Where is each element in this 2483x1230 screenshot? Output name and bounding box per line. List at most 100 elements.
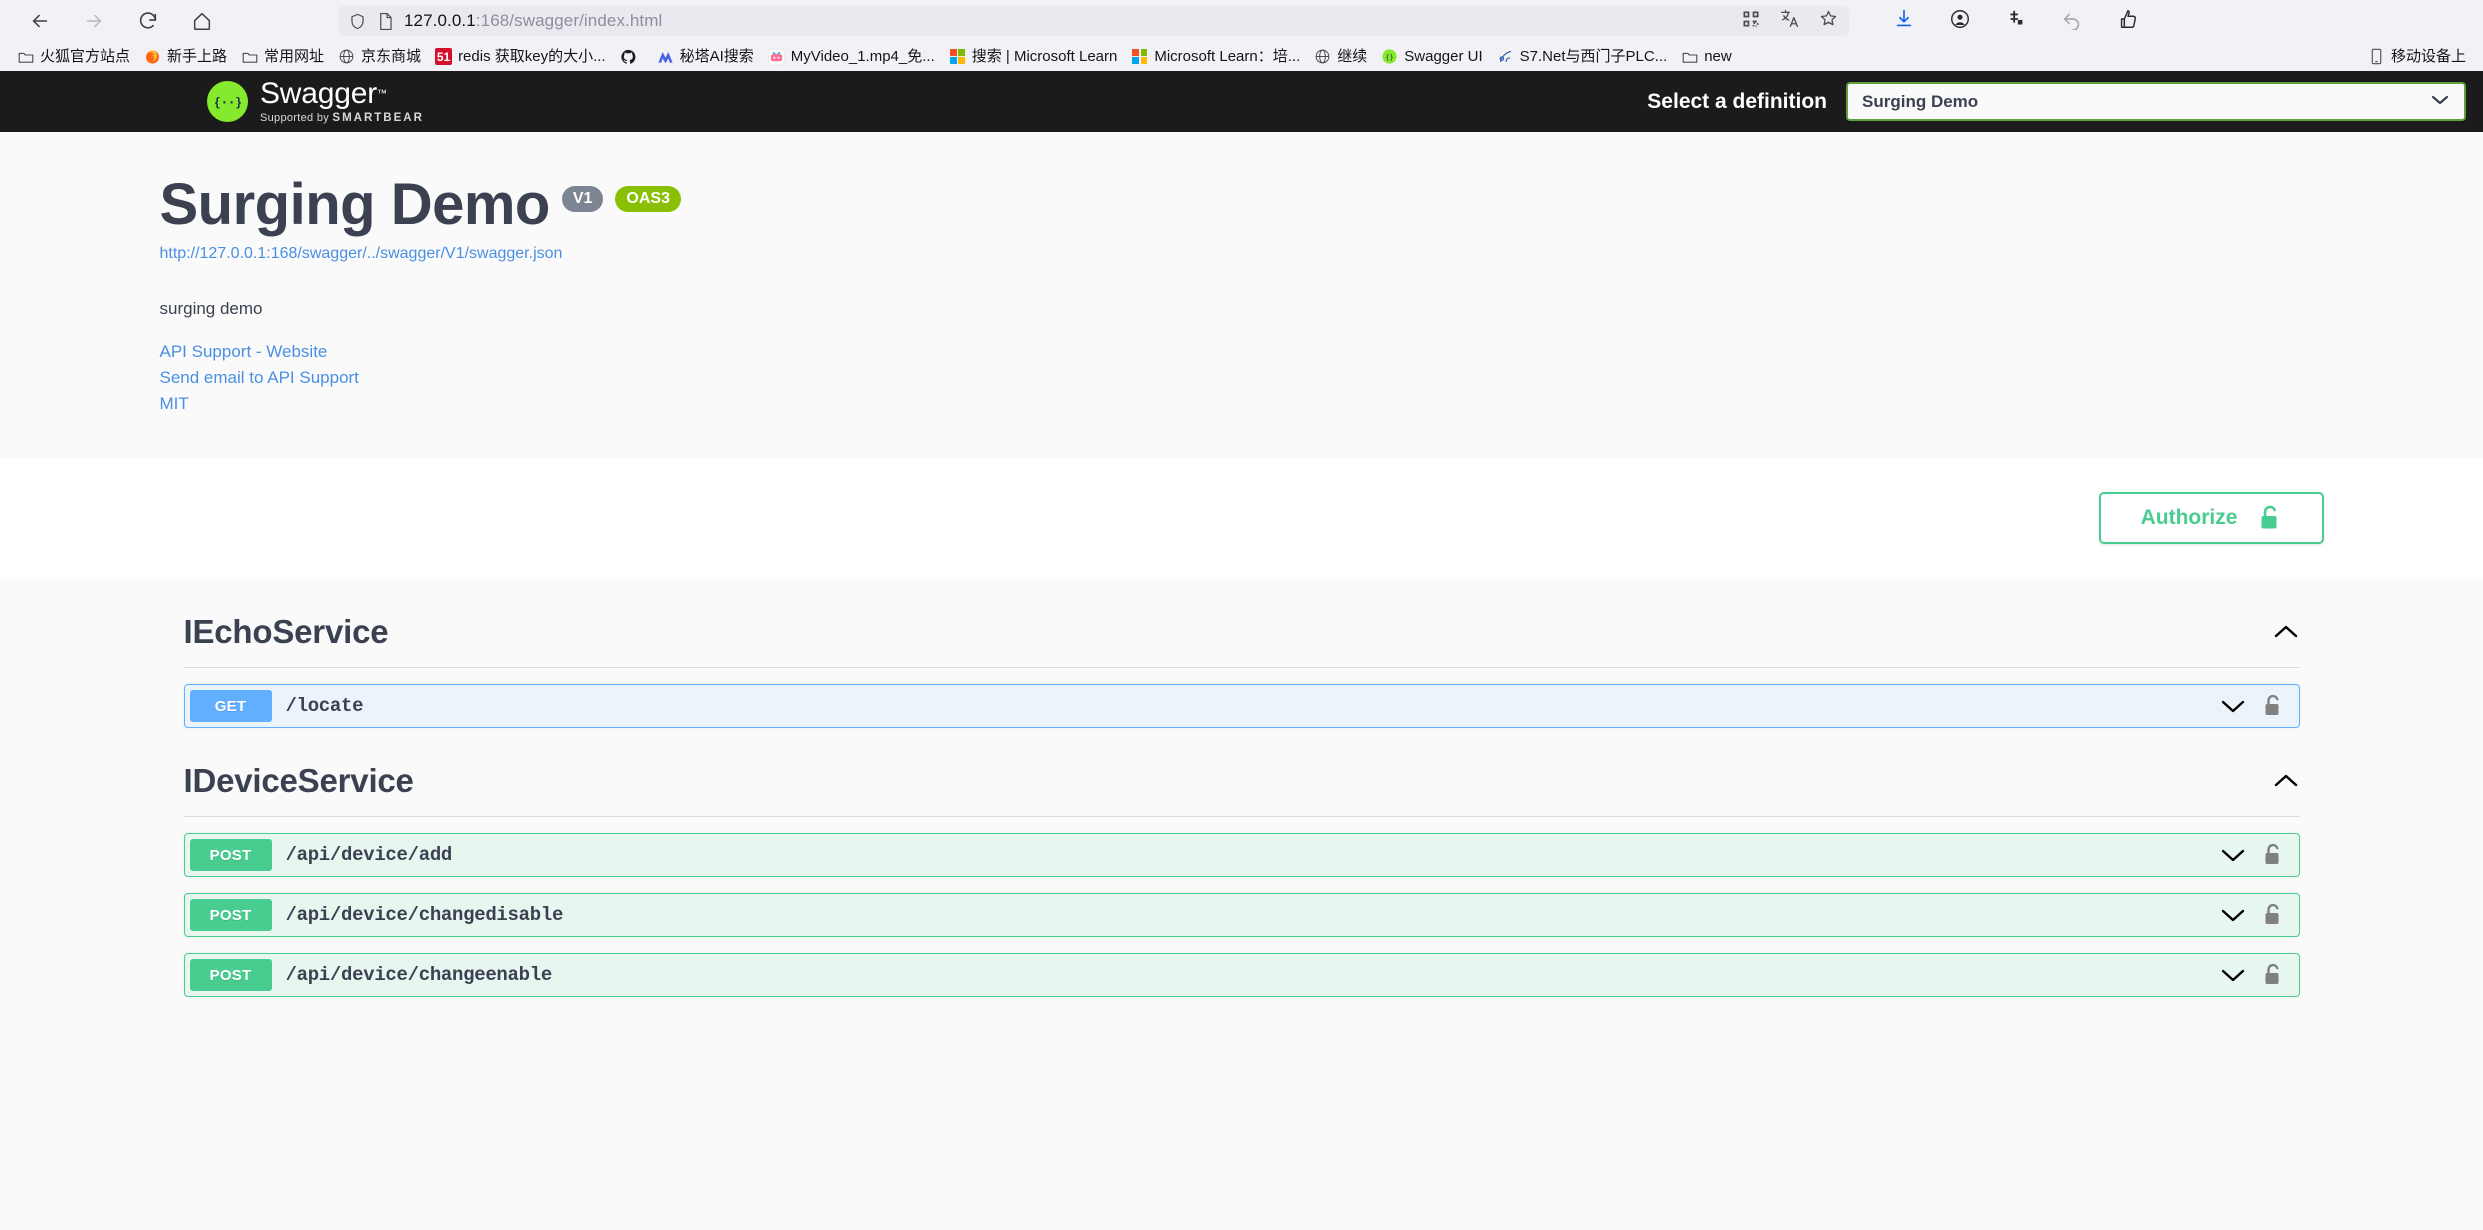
chevron-down-icon[interactable] xyxy=(2219,966,2247,984)
api-description: surging demo xyxy=(159,299,263,318)
oas-badge: OAS3 xyxy=(615,186,681,212)
bookmark-item[interactable]: 京东商城 xyxy=(331,46,428,67)
bookmark-label: MyVideo_1.mp4_免... xyxy=(790,48,935,65)
operation-row-actions xyxy=(2219,843,2283,867)
chevron-up-icon[interactable] xyxy=(2272,623,2300,641)
operation-row[interactable]: POST /api/device/changedisable xyxy=(183,893,2300,937)
padlock-icon[interactable] xyxy=(2263,963,2283,987)
back-button[interactable] xyxy=(26,7,54,35)
undo-icon[interactable] xyxy=(2061,8,2083,35)
api-title-row: Surging Demo V1 OAS3 xyxy=(160,176,2324,234)
operation-path: /api/device/changeenable xyxy=(285,964,553,986)
bookmark-item[interactable]: 秘塔AI搜索 xyxy=(650,46,761,67)
padlock-icon[interactable] xyxy=(2263,903,2283,927)
swagger-icon: {} xyxy=(1381,48,1398,65)
operation-row[interactable]: POST /api/device/add xyxy=(183,833,2300,877)
microsoft-icon xyxy=(949,48,966,65)
bookmark-label: 移动设备上 xyxy=(2390,48,2466,65)
reload-button[interactable] xyxy=(134,7,162,35)
cnblogs-icon xyxy=(1497,48,1514,65)
bookmark-label: 京东商城 xyxy=(361,48,422,65)
bookmark-item[interactable] xyxy=(613,46,650,67)
bookmark-item[interactable]: new xyxy=(1674,46,1739,67)
swagger-logo[interactable]: {··} Swagger™ Supported by SMARTBEAR xyxy=(207,78,424,125)
bookmark-label: 搜索 | Microsoft Learn xyxy=(971,48,1118,65)
svg-text:{··}: {··} xyxy=(215,95,241,109)
padlock-icon[interactable] xyxy=(2263,694,2283,718)
bookmark-item[interactable]: {} Swagger UI xyxy=(1374,46,1489,67)
bookmark-item[interactable]: 51 redis 获取key的大小... xyxy=(428,46,613,67)
bookmark-item[interactable]: 常用网址 xyxy=(234,46,331,67)
api-support-website-link[interactable]: API Support - Website xyxy=(160,342,2324,362)
operation-row[interactable]: POST /api/device/changeenable xyxy=(183,953,2300,997)
home-button[interactable] xyxy=(188,7,216,35)
http-method-badge: POST xyxy=(189,959,272,991)
page-icon xyxy=(377,12,394,31)
trademark-mark: ™ xyxy=(377,88,388,100)
bookmark-item[interactable]: Microsoft Learn：培... xyxy=(1124,46,1307,67)
definition-selector-area: Select a definition Surging Demo xyxy=(1647,82,2483,121)
license-link[interactable]: MIT xyxy=(160,394,2324,414)
definition-select[interactable]: Surging Demo xyxy=(1846,82,2466,121)
operation-row-actions xyxy=(2219,963,2283,987)
tag-name: IEchoService xyxy=(183,613,389,650)
url-text[interactable]: 127.0.0.1:168/swagger/index.html xyxy=(404,11,1741,31)
download-icon[interactable] xyxy=(1893,8,1915,35)
bilibili-icon xyxy=(768,48,785,65)
api-info-panel: Surging Demo V1 OAS3 http://127.0.0.1:16… xyxy=(0,132,2483,458)
http-method-badge: POST xyxy=(189,899,272,931)
operation-path: /api/device/add xyxy=(285,844,453,866)
http-method-badge: GET xyxy=(189,690,272,722)
bookmarks-bar: 火狐官方站点 新手上路 常用网址 京东商城 51 redis 获取key的大小.… xyxy=(0,42,2483,71)
operation-row[interactable]: GET /locate xyxy=(183,684,2300,728)
bookmark-label: redis 获取key的大小... xyxy=(458,48,606,65)
authorize-band: Authorize xyxy=(0,458,2483,577)
padlock-icon[interactable] xyxy=(2263,843,2283,867)
bookmark-item[interactable]: MyVideo_1.mp4_免... xyxy=(761,46,942,67)
toolbar-right-actions xyxy=(1893,8,2139,35)
operations-area: IEchoService GET /locate IDeviceService … xyxy=(0,577,2483,997)
bookmark-item[interactable]: 继续 xyxy=(1307,46,1374,67)
address-bar[interactable]: 127.0.0.1:168/swagger/index.html xyxy=(338,6,1849,36)
tag-header[interactable]: IEchoService xyxy=(183,613,2300,668)
account-icon[interactable] xyxy=(1949,8,1971,35)
chevron-down-icon[interactable] xyxy=(2219,697,2247,715)
shield-icon[interactable] xyxy=(348,12,367,31)
bookmark-label: S7.Net与西门子PLC... xyxy=(1519,48,1668,65)
translate-icon[interactable] xyxy=(1779,8,1800,34)
swagger-logo-icon: {··} xyxy=(207,81,248,122)
bookmark-item-mobile[interactable]: 移动设备上 xyxy=(2361,46,2473,67)
authorize-button[interactable]: Authorize xyxy=(2098,492,2324,544)
extensions-icon[interactable] xyxy=(2005,8,2027,35)
save-to-pocket-icon[interactable] xyxy=(2117,8,2139,35)
version-badge: V1 xyxy=(561,186,604,212)
tag-header[interactable]: IDeviceService xyxy=(183,762,2300,817)
bookmark-item[interactable]: S7.Net与西门子PLC... xyxy=(1490,46,1675,67)
spec-url-link[interactable]: http://127.0.0.1:168/swagger/../swagger/… xyxy=(160,245,2324,263)
swagger-topbar: {··} Swagger™ Supported by SMARTBEAR Sel… xyxy=(0,71,2483,132)
github-icon xyxy=(620,48,637,65)
bookmark-label: 常用网址 xyxy=(264,48,325,65)
page-title: Surging Demo xyxy=(159,172,551,237)
chevron-down-icon[interactable] xyxy=(2219,906,2247,924)
api-support-email-link[interactable]: Send email to API Support xyxy=(160,368,2324,388)
chevron-down-icon[interactable] xyxy=(2219,846,2247,864)
operation-row-actions xyxy=(2219,694,2283,718)
bookmark-label: new xyxy=(1704,48,1732,65)
firefox-icon xyxy=(144,48,161,65)
chevron-up-icon[interactable] xyxy=(2272,772,2300,790)
folder-icon xyxy=(17,48,34,65)
qr-code-icon[interactable] xyxy=(1741,9,1761,34)
bookmark-label: 继续 xyxy=(1337,48,1368,65)
operation-path: /api/device/changedisable xyxy=(285,904,564,926)
bookmark-item[interactable]: 火狐官方站点 xyxy=(10,46,137,67)
tag-section: IDeviceService POST /api/device/add POST… xyxy=(160,762,2324,997)
forward-button[interactable] xyxy=(80,7,108,35)
bookmark-item[interactable]: 搜索 | Microsoft Learn xyxy=(942,46,1125,67)
unlocked-padlock-icon xyxy=(2259,505,2281,531)
bookmark-item[interactable]: 新手上路 xyxy=(137,46,234,67)
svg-text:{}: {} xyxy=(1386,52,1395,61)
bookmark-label: 火狐官方站点 xyxy=(40,48,131,65)
bookmark-star-icon[interactable] xyxy=(1818,8,1839,34)
chevron-down-icon xyxy=(2430,93,2450,111)
